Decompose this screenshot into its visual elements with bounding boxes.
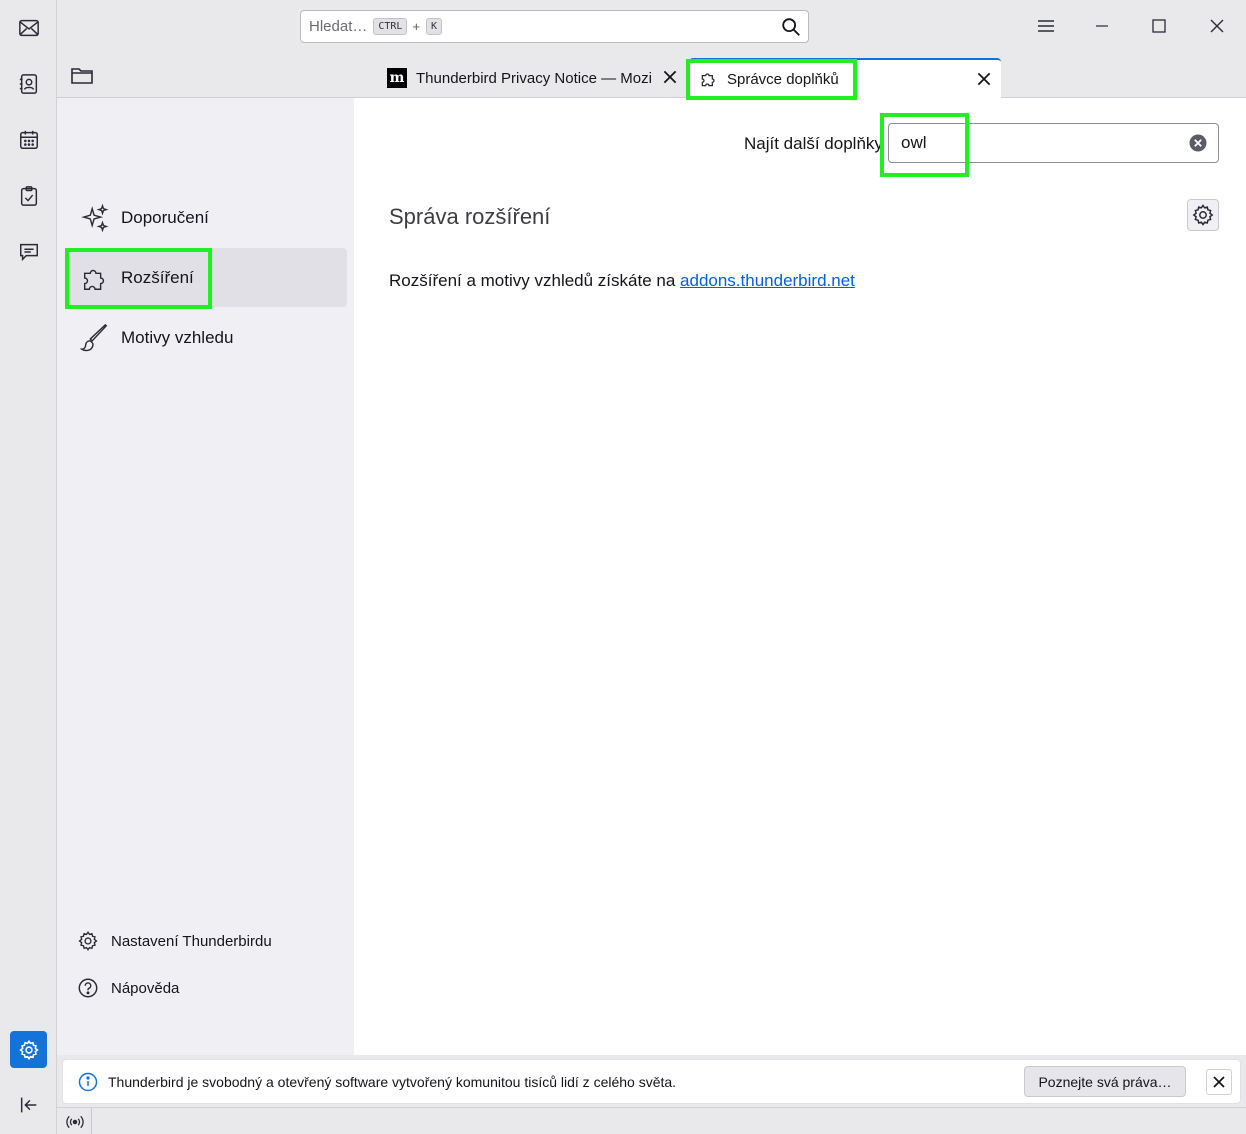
minimize-icon[interactable] bbox=[1087, 13, 1117, 39]
collapse-toolbar-icon[interactable] bbox=[10, 1086, 47, 1123]
info-text: Rozšíření a motivy vzhledů získáte na bbox=[389, 271, 681, 290]
folder-icon[interactable] bbox=[70, 66, 94, 86]
gear-icon bbox=[78, 931, 98, 951]
close-window-icon[interactable] bbox=[1202, 13, 1232, 39]
help-link[interactable]: Nápověda bbox=[77, 977, 179, 999]
tab-label: Thunderbird Privacy Notice — Mozilla bbox=[416, 69, 652, 87]
settings-label: Nastavení Thunderbirdu bbox=[111, 932, 272, 950]
category-label: Rozšíření bbox=[121, 267, 194, 287]
titlebar: Hledat… CTRL + K bbox=[57, 0, 1246, 52]
tab-privacy-notice[interactable]: m Thunderbird Privacy Notice — Mozilla bbox=[377, 58, 687, 98]
category-label: Doporučení bbox=[121, 207, 209, 227]
puzzle-icon bbox=[701, 73, 715, 87]
tab-addons-manager[interactable]: Správce doplňků bbox=[689, 58, 1001, 98]
status-separator bbox=[91, 1108, 92, 1134]
close-tab-icon[interactable] bbox=[661, 68, 679, 86]
tools-gear-button[interactable] bbox=[1187, 199, 1219, 231]
close-notification-icon[interactable] bbox=[1206, 1069, 1232, 1095]
search-placeholder: Hledat… bbox=[309, 18, 368, 35]
page-title: Správa rozšíření bbox=[389, 204, 551, 229]
sparkles-icon bbox=[81, 203, 109, 232]
brush-icon bbox=[80, 323, 108, 351]
shortcut-plus: + bbox=[412, 19, 421, 34]
chat-icon[interactable] bbox=[10, 233, 47, 270]
close-tab-icon[interactable] bbox=[975, 70, 993, 88]
status-bar bbox=[57, 1107, 1246, 1134]
info-icon bbox=[78, 1072, 98, 1091]
category-extensions[interactable]: Rozšíření bbox=[66, 248, 347, 307]
spaces-toolbar bbox=[0, 0, 57, 1134]
clear-search-icon[interactable] bbox=[1188, 133, 1208, 153]
thunderbird-settings-link[interactable]: Nastavení Thunderbirdu bbox=[77, 930, 272, 952]
mozilla-logo-icon: m bbox=[387, 68, 407, 88]
puzzle-icon bbox=[83, 269, 105, 290]
shortcut-k: K bbox=[426, 18, 443, 35]
main-pane: Najít další doplňky Správa rozšíření Roz… bbox=[354, 98, 1246, 1055]
app-menu-icon[interactable] bbox=[1031, 13, 1061, 39]
address-book-icon[interactable] bbox=[10, 65, 47, 102]
categories-sidebar: Doporučení Rozšíření Motivy vzhledu Nast… bbox=[57, 98, 354, 1055]
help-label: Nápověda bbox=[111, 979, 180, 997]
category-recommendations[interactable]: Doporučení bbox=[66, 188, 347, 247]
calendar-icon[interactable] bbox=[10, 121, 47, 158]
online-status-icon[interactable] bbox=[65, 1112, 85, 1132]
category-themes[interactable]: Motivy vzhledu bbox=[66, 308, 347, 367]
category-label: Motivy vzhledu bbox=[121, 327, 234, 347]
addons-manager-page: Doporučení Rozšíření Motivy vzhledu Nast… bbox=[57, 98, 1246, 1055]
mail-icon[interactable] bbox=[10, 9, 47, 46]
empty-state-message: Rozšíření a motivy vzhledů získáte na ad… bbox=[389, 271, 855, 291]
gear-icon bbox=[1192, 204, 1214, 226]
shortcut-ctrl: CTRL bbox=[373, 18, 408, 35]
search-icon[interactable] bbox=[780, 16, 802, 38]
addons-site-link[interactable]: addons.thunderbird.net bbox=[680, 271, 855, 290]
global-search[interactable]: Hledat… CTRL + K bbox=[300, 10, 809, 43]
tab-label: Správce doplňků bbox=[727, 70, 839, 88]
tasks-icon[interactable] bbox=[10, 177, 47, 214]
maximize-icon[interactable] bbox=[1144, 13, 1174, 39]
tab-bar: m Thunderbird Privacy Notice — Mozilla S… bbox=[57, 52, 1246, 98]
find-more-addons-label: Najít další doplňky bbox=[744, 134, 883, 153]
help-icon bbox=[78, 978, 98, 998]
notification-bar: Thunderbird je svobodný a otevřený softw… bbox=[62, 1059, 1241, 1104]
settings-space-icon[interactable] bbox=[10, 1031, 47, 1068]
notification-message: Thunderbird je svobodný a otevřený softw… bbox=[108, 1073, 677, 1090]
addons-search-input[interactable] bbox=[888, 123, 1219, 163]
know-your-rights-button[interactable]: Poznejte svá práva… bbox=[1024, 1066, 1186, 1097]
